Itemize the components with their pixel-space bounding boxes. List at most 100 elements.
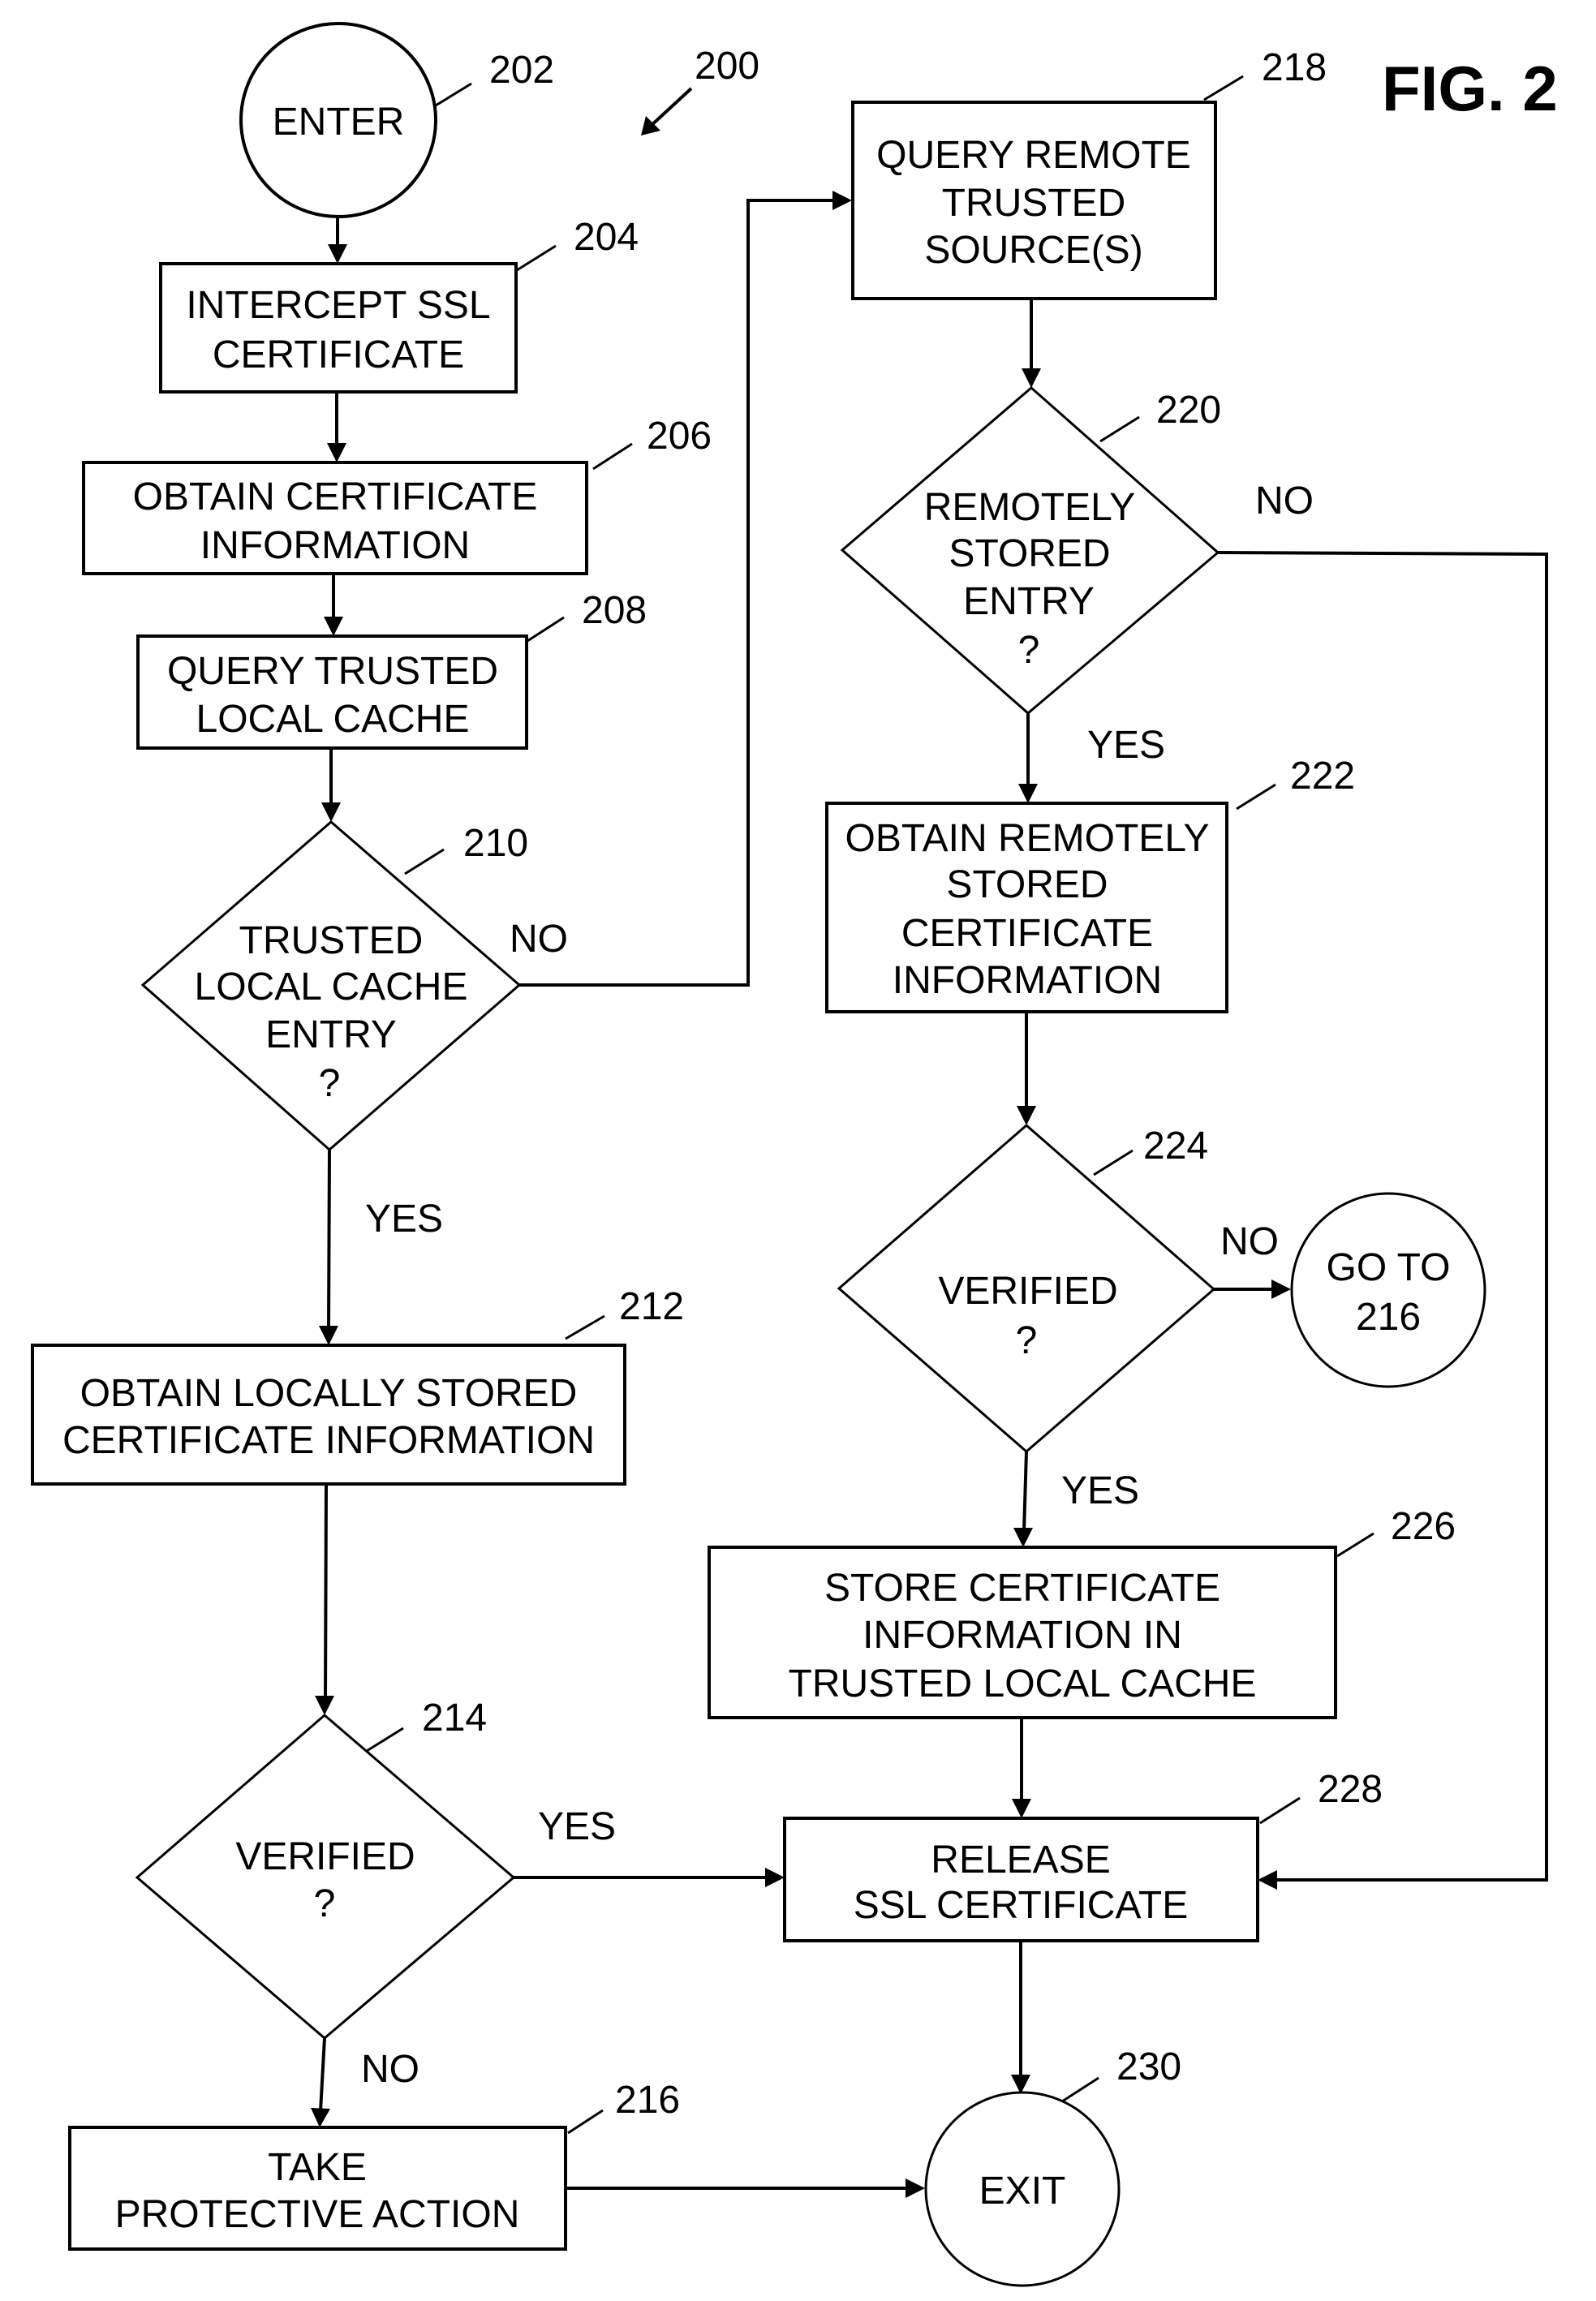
ref-label: 222 bbox=[1290, 755, 1355, 798]
node-text: ENTER bbox=[273, 101, 405, 144]
ref-leader bbox=[1336, 1532, 1374, 1558]
node-text: OBTAIN CERTIFICATE bbox=[133, 475, 538, 518]
edge-obtain-local-to-verified-local bbox=[315, 1483, 334, 1715]
node-text: PROTECTIVE ACTION bbox=[115, 2193, 520, 2236]
ref-label: 230 bbox=[1116, 2045, 1181, 2088]
ref-leader bbox=[404, 848, 445, 875]
node-text: ? bbox=[319, 1062, 341, 1105]
ref-label: 210 bbox=[463, 822, 528, 865]
node-text: REMOTELY bbox=[924, 486, 1135, 529]
node-text: TAKE bbox=[268, 2146, 367, 2189]
ref-leader bbox=[516, 244, 557, 272]
node-text: OBTAIN LOCALLY STORED bbox=[80, 1372, 578, 1415]
node-text: TRUSTED bbox=[239, 919, 424, 962]
node-text: STORE CERTIFICATE bbox=[824, 1567, 1220, 1610]
node-text: CERTIFICATE INFORMATION bbox=[62, 1419, 595, 1462]
node-text: EXIT bbox=[979, 2170, 1066, 2213]
edge-verified-remote-yes-to-store bbox=[1013, 1451, 1033, 1547]
ref-label: 206 bbox=[647, 415, 712, 458]
edge-obtain-remote-to-verified-remote bbox=[1017, 1012, 1036, 1125]
node-text: SOURCE(S) bbox=[924, 229, 1142, 272]
edge-verified-remote-no-to-goto bbox=[1214, 1280, 1291, 1299]
node-obtain-remotely-stored-certificate-information: OBTAIN REMOTELY STORED CERTIFICATE INFOR… bbox=[825, 802, 1228, 1013]
ref-leader bbox=[366, 1727, 404, 1753]
ref-leader bbox=[567, 2109, 604, 2135]
edge-label-no: NO bbox=[361, 2048, 419, 2091]
node-text: OBTAIN REMOTELY bbox=[845, 817, 1210, 860]
node-text: STORED bbox=[946, 863, 1108, 906]
ref-label: 212 bbox=[619, 1285, 684, 1328]
ref-leader bbox=[565, 1314, 605, 1340]
node-text: QUERY REMOTE bbox=[876, 134, 1191, 177]
node-release-ssl-certificate: RELEASE SSL CERTIFICATE bbox=[783, 1817, 1259, 1942]
node-text: SSL CERTIFICATE bbox=[854, 1884, 1189, 1927]
node-text: RELEASE bbox=[931, 1839, 1110, 1882]
node-enter: ENTER bbox=[239, 22, 437, 218]
node-text: GO TO bbox=[1327, 1246, 1451, 1289]
edge-label-yes: YES bbox=[365, 1198, 443, 1241]
edge-label-yes: YES bbox=[1061, 1469, 1139, 1512]
edge-label-no: NO bbox=[510, 918, 568, 961]
node-text: CERTIFICATE bbox=[213, 333, 464, 376]
node-query-trusted-local-cache: QUERY TRUSTED LOCAL CACHE bbox=[136, 634, 528, 750]
node-text: 216 bbox=[1356, 1296, 1421, 1339]
node-goto-216-connector: GO TO 216 bbox=[1290, 1192, 1486, 1388]
ref-label: 208 bbox=[582, 589, 647, 632]
node-intercept-ssl-certificate: INTERCEPT SSL CERTIFICATE bbox=[159, 262, 518, 394]
node-text: INTERCEPT SSL bbox=[186, 284, 490, 327]
node-query-remote-trusted-sources: QUERY REMOTE TRUSTED SOURCE(S) bbox=[851, 101, 1217, 300]
node-store-certificate-information: STORE CERTIFICATE INFORMATION IN TRUSTED… bbox=[708, 1546, 1337, 1719]
node-text: VERIFIED bbox=[938, 1270, 1117, 1313]
node-obtain-locally-stored-certificate-information: OBTAIN LOCALLY STORED CERTIFICATE INFORM… bbox=[31, 1344, 626, 1486]
node-decision-remotely-stored-entry: REMOTELY STORED ENTRY ? bbox=[840, 386, 1220, 715]
node-text: VERIFIED bbox=[235, 1835, 415, 1878]
edge-local-entry-yes-to-obtain-local bbox=[319, 1149, 338, 1345]
node-obtain-certificate-information: OBTAIN CERTIFICATE INFORMATION bbox=[82, 461, 588, 575]
edge-obtain-info-to-query-local bbox=[324, 574, 343, 636]
ref-leader bbox=[1093, 1149, 1134, 1176]
node-text: ENTRY bbox=[963, 580, 1095, 623]
ref-leader bbox=[1259, 1796, 1301, 1825]
figure-title: FIG. 2 bbox=[1382, 53, 1558, 124]
edge-verified-local-no-to-protective bbox=[311, 2037, 330, 2127]
ref-label: 224 bbox=[1143, 1125, 1208, 1168]
edge-label-no: NO bbox=[1220, 1220, 1279, 1263]
edge-label-yes: YES bbox=[1087, 724, 1165, 767]
figure-ref-label: 200 bbox=[695, 45, 759, 88]
edge-label-no: NO bbox=[1255, 480, 1314, 523]
edge-query-local-to-local-entry bbox=[321, 748, 341, 822]
node-decision-verified-remote: VERIFIED ? bbox=[837, 1124, 1216, 1453]
node-text: INFORMATION IN bbox=[863, 1614, 1182, 1657]
ref-leader bbox=[1061, 2076, 1099, 2103]
node-text: QUERY TRUSTED bbox=[167, 650, 498, 693]
edge-protective-to-exit bbox=[566, 2178, 925, 2198]
node-exit: EXIT bbox=[924, 2091, 1121, 2287]
ref-label: 220 bbox=[1156, 389, 1221, 432]
ref-label: 216 bbox=[615, 2079, 680, 2122]
node-text: TRUSTED LOCAL CACHE bbox=[789, 1662, 1257, 1705]
ref-label: 214 bbox=[422, 1697, 487, 1740]
node-text: ? bbox=[1016, 1319, 1038, 1362]
edge-store-to-release bbox=[1012, 1718, 1031, 1818]
ref-leader bbox=[527, 616, 565, 643]
node-text: CERTIFICATE bbox=[901, 912, 1153, 955]
edge-intercept-to-obtain-info bbox=[327, 392, 346, 462]
edge-remote-entry-yes-to-obtain-remote bbox=[1018, 713, 1038, 803]
edge-release-to-exit bbox=[1011, 1941, 1030, 2094]
node-text: INFORMATION bbox=[893, 959, 1162, 1002]
edge-query-remote-to-remote-entry bbox=[1022, 299, 1041, 388]
node-take-protective-action: TAKE PROTECTIVE ACTION bbox=[68, 2126, 567, 2251]
node-decision-verified-local: VERIFIED ? bbox=[135, 1714, 516, 2040]
ref-leader bbox=[1236, 783, 1276, 811]
ref-leader bbox=[1099, 415, 1140, 443]
node-text: LOCAL CACHE bbox=[196, 698, 470, 741]
ref-label: 218 bbox=[1262, 46, 1327, 89]
node-text: INFORMATION bbox=[200, 524, 470, 567]
node-text: ? bbox=[1018, 629, 1040, 672]
ref-label: 226 bbox=[1391, 1505, 1456, 1548]
flowchart: FIG. 2 200 NO YES YES NO NO YES NO YES E… bbox=[31, 22, 1558, 2287]
node-text: ENTRY bbox=[265, 1013, 397, 1056]
edge-label-yes: YES bbox=[538, 1805, 616, 1848]
node-decision-trusted-local-cache-entry: TRUSTED LOCAL CACHE ENTRY ? bbox=[140, 820, 522, 1151]
node-text: LOCAL CACHE bbox=[195, 966, 468, 1009]
